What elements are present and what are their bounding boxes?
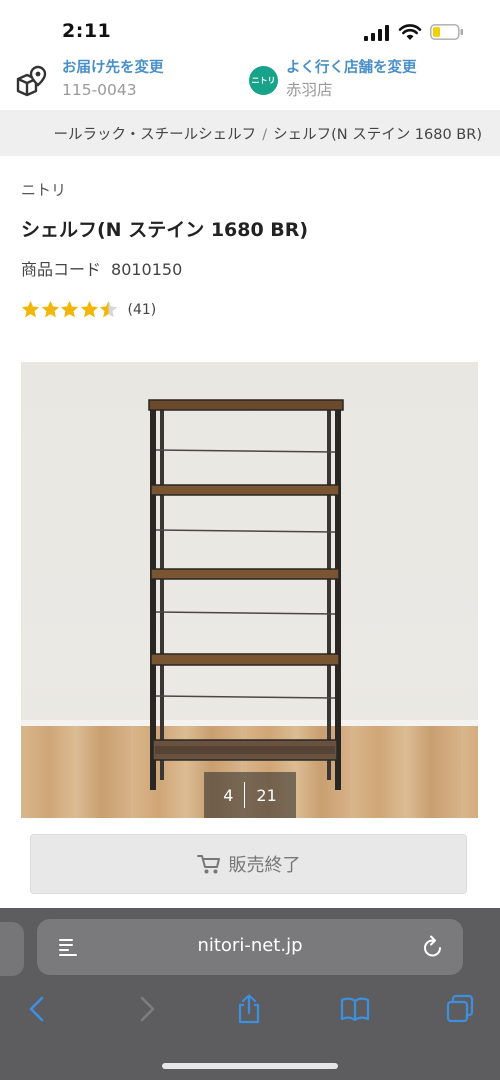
- breadcrumb: ールラック・スチールシェルフ / シェルフ(N ステイン 1680 BR): [0, 110, 500, 156]
- sold-out-button[interactable]: 販売終了: [30, 834, 467, 894]
- forward-chevron-icon[interactable]: [131, 994, 161, 1024]
- store-name: 赤羽店: [286, 81, 333, 99]
- shelf-illustration: [148, 399, 344, 790]
- address-bar[interactable]: nitori-net.jp: [37, 919, 463, 975]
- image-counter-divider: [244, 782, 246, 808]
- star-icon: [41, 300, 59, 318]
- star-icon: [60, 300, 79, 318]
- breadcrumb-separator: /: [262, 127, 268, 143]
- status-time: 2:11: [62, 20, 112, 42]
- star-icon: [21, 300, 40, 318]
- rating-stars: [21, 300, 119, 319]
- sold-out-label: 販売終了: [228, 855, 301, 876]
- status-bar: 2:11: [0, 0, 500, 52]
- product-rating[interactable]: (41): [21, 300, 156, 319]
- cellular-signal-icon: [364, 25, 389, 41]
- delivery-postal-code: 115-0043: [62, 81, 137, 99]
- cart-icon: [196, 855, 220, 874]
- delivery-box-pin-icon: [16, 65, 47, 97]
- image-counter-current: 4: [223, 785, 234, 805]
- star-icon: [99, 300, 118, 318]
- star-icon: [80, 300, 98, 318]
- address-url[interactable]: nitori-net.jp: [37, 935, 463, 956]
- store-change-link[interactable]: よく行く店舗を変更: [286, 58, 417, 78]
- review-count[interactable]: (41): [128, 302, 157, 318]
- delivery-change[interactable]: お届け先を変更 115-0043: [62, 58, 164, 102]
- battery-icon: [430, 24, 463, 40]
- product-code-label: 商品コード: [21, 260, 102, 279]
- breadcrumb-item-current: シェルフ(N ステイン 1680 BR): [273, 127, 482, 143]
- home-indicator[interactable]: [162, 1063, 338, 1069]
- browser-bottom-bar: nitori-net.jp: [0, 908, 500, 1080]
- product-title: シェルフ(N ステイン 1680 BR): [21, 219, 309, 241]
- breadcrumb-item-category[interactable]: ールラック・スチールシェルフ: [53, 127, 256, 143]
- delivery-store-header: お届け先を変更 115-0043 ニトリ よく行く店舗を変更 赤羽店: [0, 52, 500, 110]
- product-image[interactable]: 4 21: [21, 362, 478, 818]
- delivery-change-link[interactable]: お届け先を変更: [62, 58, 164, 78]
- browser-toolbar: [0, 988, 500, 1032]
- share-icon[interactable]: [234, 994, 264, 1024]
- product-brand[interactable]: ニトリ: [21, 179, 66, 200]
- reload-icon[interactable]: [422, 935, 444, 959]
- nitori-store-badge: ニトリ: [249, 66, 278, 95]
- previous-tab-peek[interactable]: [0, 922, 24, 976]
- product-code-row: 商品コード 8010150: [21, 256, 182, 280]
- image-counter: 4 21: [204, 772, 296, 818]
- back-chevron-icon[interactable]: [23, 994, 53, 1024]
- store-change[interactable]: よく行く店舗を変更 赤羽店: [286, 58, 417, 102]
- bookmarks-icon[interactable]: [340, 994, 370, 1024]
- image-counter-total: 21: [256, 785, 277, 805]
- wifi-icon: [398, 24, 422, 40]
- tabs-icon[interactable]: [445, 994, 475, 1024]
- product-code-value: 8010150: [111, 260, 183, 279]
